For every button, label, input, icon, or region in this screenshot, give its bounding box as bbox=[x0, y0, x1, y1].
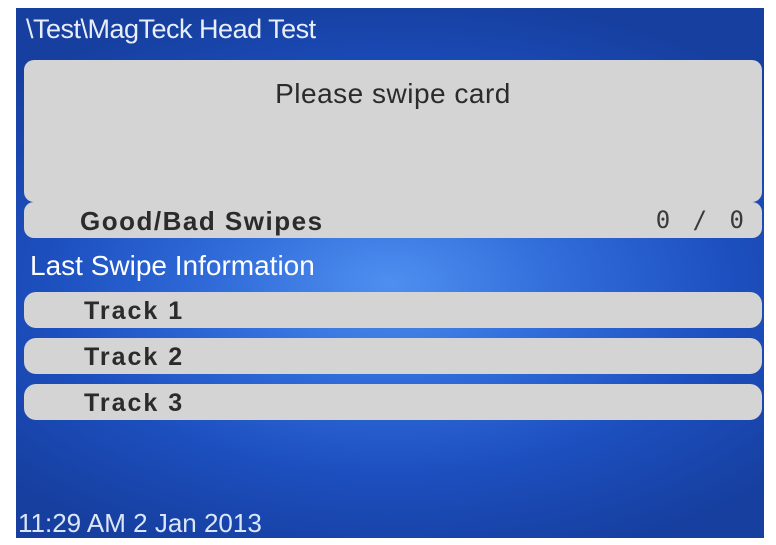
track-row-2: Track 2 bbox=[24, 338, 762, 374]
track-row-1: Track 1 bbox=[24, 292, 762, 328]
last-swipe-heading: Last Swipe Information bbox=[30, 250, 315, 281]
swipe-counter-value: 0 / 0 bbox=[655, 206, 748, 234]
message-panel: Please swipe card bbox=[24, 60, 762, 202]
device-bezel: \Test\MagTeck Head Test Please swipe car… bbox=[0, 0, 776, 545]
swipe-prompt: Please swipe card bbox=[275, 78, 511, 109]
track-label-3: Track 3 bbox=[84, 389, 185, 417]
track-row-3: Track 3 bbox=[24, 384, 762, 420]
track-label-2: Track 2 bbox=[84, 343, 185, 371]
screen-title: \Test\MagTeck Head Test bbox=[26, 14, 316, 44]
device-screen: \Test\MagTeck Head Test Please swipe car… bbox=[16, 8, 764, 538]
swipe-counter-label: Good/Bad Swipes bbox=[80, 206, 324, 236]
swipe-counter-row: Good/Bad Swipes 0 / 0 bbox=[24, 202, 762, 238]
track-label-1: Track 1 bbox=[84, 297, 185, 325]
status-datetime: 11:29 AM 2 Jan 2013 bbox=[18, 508, 262, 538]
